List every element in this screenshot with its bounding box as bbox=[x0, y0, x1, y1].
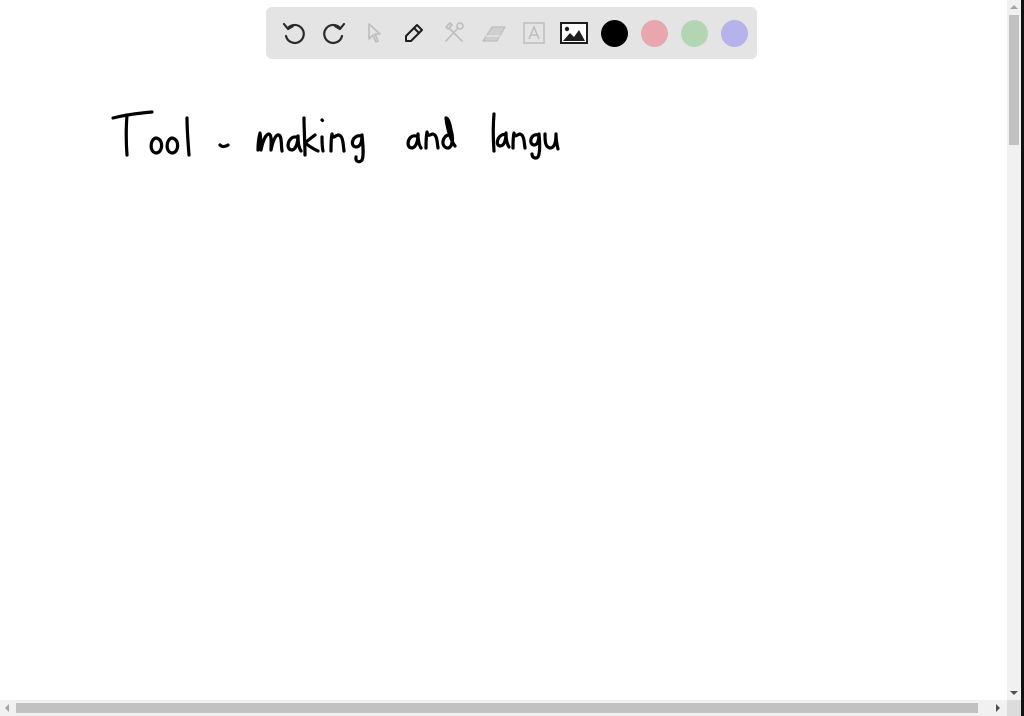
drawing-toolbar bbox=[266, 7, 757, 59]
stroke-k-stem bbox=[302, 116, 307, 157]
undo-button[interactable] bbox=[274, 13, 314, 53]
stroke-a3 bbox=[495, 131, 511, 149]
stroke-o1 bbox=[149, 136, 164, 155]
color-swatch-lavender[interactable] bbox=[720, 19, 748, 47]
stroke-n3 bbox=[511, 131, 527, 150]
scrollbar-corner bbox=[1007, 700, 1021, 716]
select-tool-button[interactable] bbox=[354, 13, 394, 53]
pen-tool-button[interactable] bbox=[394, 13, 434, 53]
drawing-canvas[interactable]: Tool - making and langu bbox=[0, 0, 1007, 700]
stroke-m bbox=[256, 131, 284, 153]
stroke-u bbox=[543, 132, 560, 151]
stroke-o2 bbox=[165, 136, 180, 155]
eraser-tool-button[interactable] bbox=[474, 13, 514, 53]
stroke-l bbox=[185, 116, 191, 157]
stroke-n2 bbox=[424, 130, 440, 150]
scroll-up-arrow-icon[interactable] bbox=[1010, 5, 1018, 9]
eraser-icon bbox=[482, 26, 506, 42]
color-swatch-pink[interactable] bbox=[640, 19, 668, 47]
image-icon bbox=[560, 22, 588, 44]
stroke-i1 bbox=[320, 135, 325, 153]
color-swatch-green[interactable] bbox=[680, 19, 708, 47]
scroll-down-arrow-icon[interactable] bbox=[1010, 691, 1018, 695]
stroke-i1-dot bbox=[320, 118, 325, 123]
scroll-right-arrow-icon[interactable] bbox=[996, 704, 1000, 712]
stroke-g2 bbox=[529, 132, 542, 160]
stroke-dash bbox=[218, 143, 230, 149]
stroke-a1 bbox=[286, 134, 303, 153]
color-swatch-black[interactable] bbox=[600, 19, 628, 47]
text-tool-button[interactable] bbox=[514, 13, 554, 53]
pencil-icon bbox=[405, 24, 423, 42]
stroke-T-stem bbox=[124, 113, 129, 157]
image-tool-button[interactable] bbox=[554, 13, 594, 53]
stroke-g1 bbox=[350, 133, 365, 164]
stroke-a2 bbox=[406, 132, 423, 150]
redo-button[interactable] bbox=[314, 13, 354, 53]
scroll-left-arrow-icon[interactable] bbox=[5, 704, 9, 712]
vertical-scrollbar[interactable] bbox=[1007, 0, 1021, 700]
horizontal-scroll-thumb[interactable] bbox=[16, 703, 978, 713]
vertical-scroll-thumb[interactable] bbox=[1009, 15, 1019, 145]
handwriting-ink bbox=[111, 110, 560, 164]
redo-icon bbox=[323, 22, 346, 45]
cursor-arrow-icon bbox=[368, 23, 381, 43]
stroke-k-arm bbox=[303, 133, 320, 153]
shapes-tool-button[interactable] bbox=[434, 13, 474, 53]
stroke-l2 bbox=[491, 112, 496, 153]
stroke-T-bar bbox=[111, 110, 154, 120]
stroke-n1 bbox=[329, 132, 346, 153]
text-box-icon bbox=[523, 22, 545, 44]
stroke-d bbox=[441, 116, 457, 150]
wrench-hammer-icon bbox=[444, 21, 464, 42]
undo-icon bbox=[282, 22, 305, 45]
horizontal-scrollbar[interactable] bbox=[0, 700, 1007, 716]
